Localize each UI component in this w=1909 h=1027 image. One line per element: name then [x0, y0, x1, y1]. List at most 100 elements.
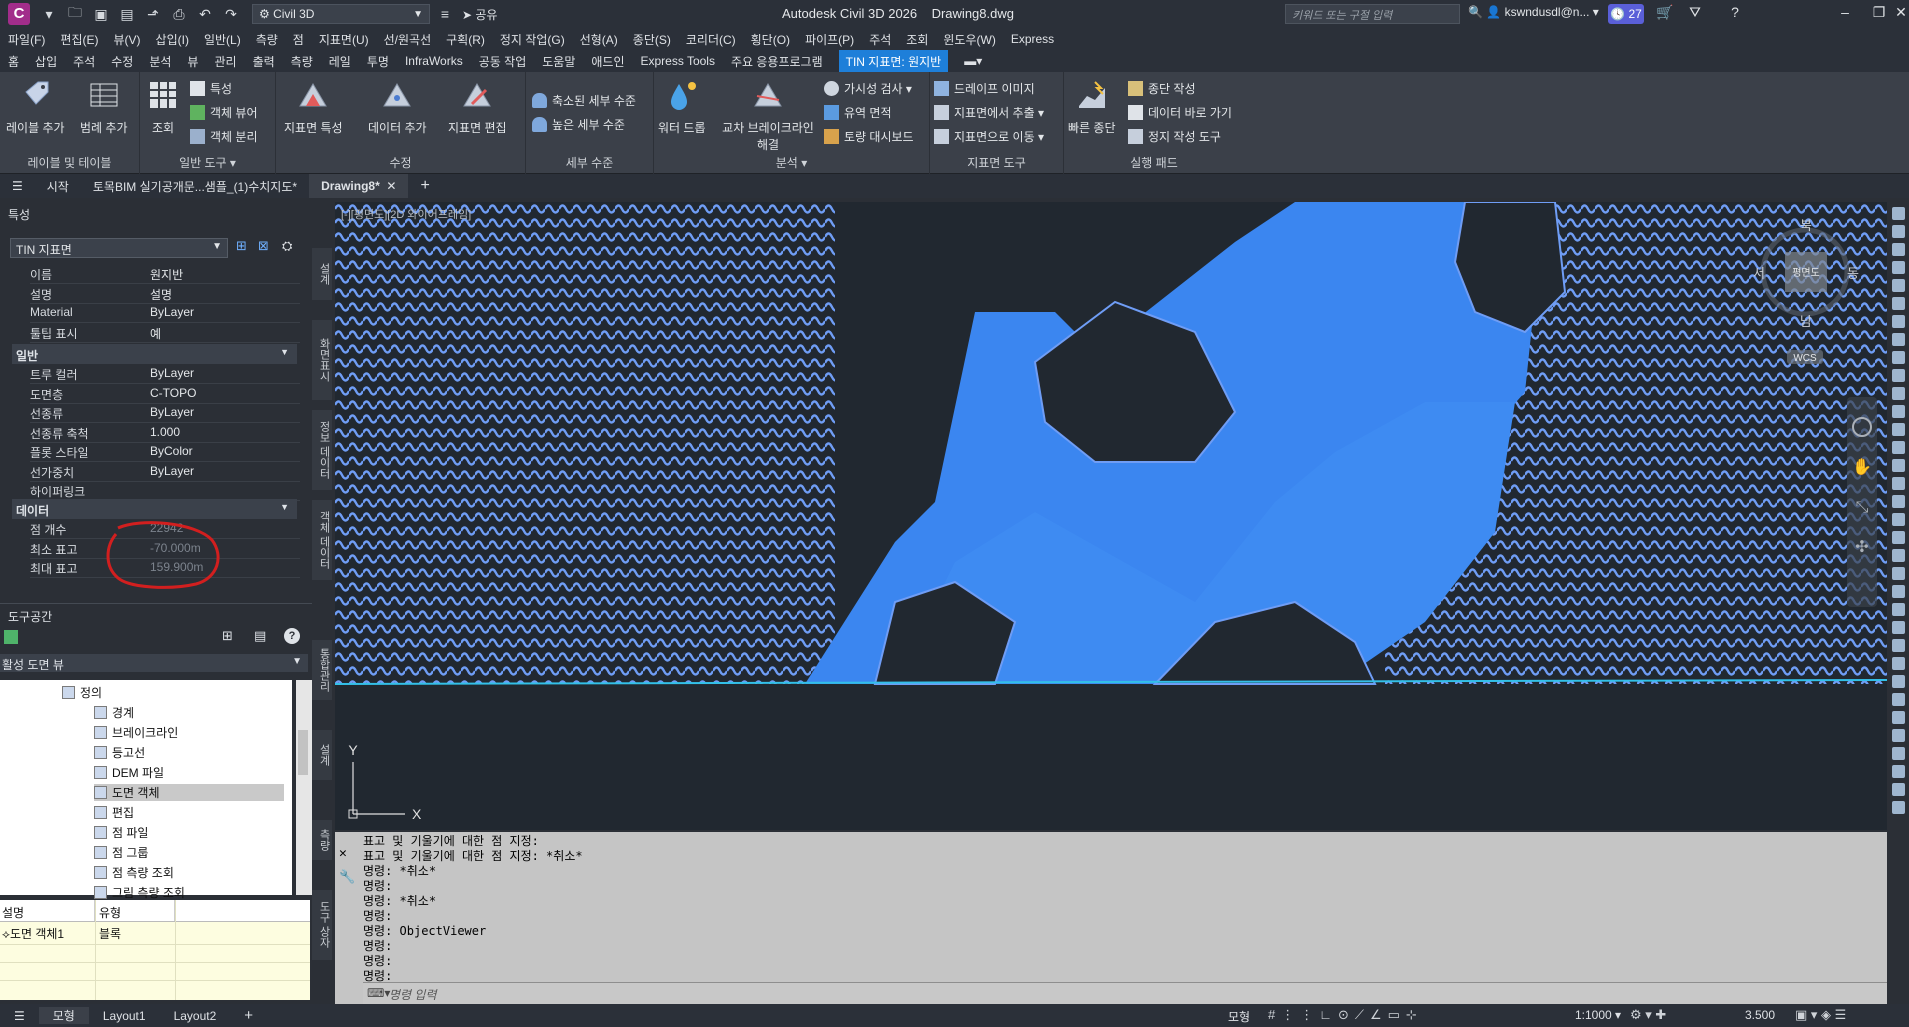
- side-tab-object-data[interactable]: 객체 데이터: [312, 500, 332, 580]
- ribbon-tab[interactable]: InfraWorks: [405, 54, 463, 68]
- drafting-toggles[interactable]: #⋮⋮∟⊙⟋∠▭⊹: [1268, 1007, 1423, 1023]
- general-tools-title[interactable]: 일반 도구 ▾: [140, 154, 275, 171]
- toolbar-tool-icon[interactable]: [1892, 297, 1905, 310]
- list-item[interactable]: ⟡도면 객체1 블록: [0, 924, 310, 942]
- side-tab-prospector[interactable]: 통합관리: [312, 640, 332, 700]
- ribbon-tab[interactable]: 홈: [8, 53, 19, 70]
- drape-image-button[interactable]: 드레이프 이미지: [934, 80, 1035, 97]
- toolbar-tool-icon[interactable]: [1892, 747, 1905, 760]
- notifications-badge[interactable]: 🕓 27: [1608, 4, 1644, 24]
- viewcube-west[interactable]: 서: [1753, 266, 1765, 281]
- toolbar-tool-icon[interactable]: [1892, 405, 1905, 418]
- object-viewer-button[interactable]: 객체 뷰어: [190, 104, 258, 121]
- property-row[interactable]: 선가중치 ByLayer: [30, 464, 300, 482]
- ribbon-tab[interactable]: 레일: [329, 53, 351, 70]
- tree-item[interactable]: 등고선: [94, 744, 145, 761]
- extract-from-surface-button[interactable]: 지표면에서 추출 ▾: [934, 104, 1044, 121]
- menu-item[interactable]: 종단(S): [633, 31, 671, 48]
- grading-tools-button[interactable]: 정지 작성 도구: [1128, 128, 1221, 145]
- add-legend-button[interactable]: 범례 추가: [80, 78, 128, 136]
- property-row[interactable]: 선종류 ByLayer: [30, 405, 300, 423]
- side-tab-display[interactable]: 화면표시: [312, 320, 332, 400]
- resolve-breaklines-button[interactable]: 교차 브레이크라인 해결: [716, 78, 820, 153]
- search-input[interactable]: 키워드 또는 구절 입력: [1285, 4, 1460, 24]
- orbit-icon[interactable]: ✣: [1855, 539, 1868, 556]
- toolbar-tool-icon[interactable]: [1892, 261, 1905, 274]
- menu-item[interactable]: 코리더(C): [686, 31, 736, 48]
- property-row[interactable]: 플롯 스타일 ByColor: [30, 444, 300, 462]
- toolbar-tool-icon[interactable]: [1892, 477, 1905, 490]
- toolbar-tool-icon[interactable]: [1892, 423, 1905, 436]
- cart-icon[interactable]: 🛒: [1650, 4, 1680, 24]
- help-icon[interactable]: ?: [1720, 4, 1750, 24]
- object-type-select[interactable]: TIN 지표면 ▼: [10, 238, 228, 258]
- toolbar-tool-icon[interactable]: [1892, 315, 1905, 328]
- toolbar-tool-icon[interactable]: [1892, 279, 1905, 292]
- tree-item[interactable]: 편집: [94, 804, 134, 821]
- toolspace-layout-icon[interactable]: ▤: [254, 628, 266, 644]
- toolbar-tool-icon[interactable]: [1892, 711, 1905, 724]
- menu-item[interactable]: 점: [293, 31, 304, 48]
- menu-item[interactable]: 횡단(O): [751, 31, 790, 48]
- quick-select-icon[interactable]: ⛭: [282, 238, 292, 254]
- edit-surface-button[interactable]: 지표면 편집: [448, 78, 507, 136]
- customize-qat-icon[interactable]: ≡: [434, 3, 456, 25]
- pan-icon[interactable]: ✋: [1852, 457, 1872, 476]
- ribbon-tab[interactable]: 분석: [149, 53, 171, 70]
- layout-menu-icon[interactable]: ☰: [0, 1009, 39, 1023]
- toolbar-tool-icon[interactable]: [1892, 351, 1905, 364]
- property-row[interactable]: 툴팁 표시 예: [30, 325, 300, 343]
- surface-properties-button[interactable]: 지표면 특성: [284, 78, 343, 136]
- property-row[interactable]: 선종류 축척 1.000: [30, 425, 300, 443]
- menu-item[interactable]: 파이프(P): [805, 31, 854, 48]
- side-tab-info[interactable]: 정보 데이터: [312, 410, 332, 490]
- toolbar-tool-icon[interactable]: [1892, 459, 1905, 472]
- tree-item[interactable]: 정의: [62, 684, 102, 701]
- menu-item[interactable]: 측량: [256, 31, 278, 48]
- reduced-detail-button[interactable]: 축소된 세부 수준: [532, 92, 636, 109]
- tab-layout1[interactable]: Layout1: [89, 1009, 160, 1023]
- toolbar-tool-icon[interactable]: [1892, 531, 1905, 544]
- toolbar-tool-icon[interactable]: [1892, 567, 1905, 580]
- ribbon-tab[interactable]: 측량: [291, 53, 313, 70]
- ribbon-tab[interactable]: 뷰: [187, 53, 198, 70]
- tree-item[interactable]: 브레이크라인: [94, 724, 178, 741]
- toolbar-tool-icon[interactable]: [1892, 495, 1905, 508]
- new-tab-button[interactable]: +: [408, 174, 441, 198]
- menu-item[interactable]: 선/원곡선: [384, 31, 432, 48]
- toolbar-tool-icon[interactable]: [1892, 621, 1905, 634]
- tree-item[interactable]: 점 파일: [94, 824, 148, 841]
- menu-item[interactable]: 주석: [869, 31, 891, 48]
- toolbar-tool-icon[interactable]: [1892, 441, 1905, 454]
- command-input[interactable]: ⌨▾ 명령 입력: [363, 982, 1887, 1004]
- toolbar-tool-icon[interactable]: [1892, 801, 1905, 814]
- annotation-value[interactable]: 3.500: [1745, 1008, 1775, 1022]
- water-drop-button[interactable]: 워터 드롭: [658, 78, 706, 136]
- menu-item[interactable]: 삽입(I): [156, 31, 189, 48]
- property-row[interactable]: 트루 컬러 ByLayer: [30, 366, 300, 384]
- toolbar-tool-icon[interactable]: [1892, 675, 1905, 688]
- menu-item[interactable]: 편집(E): [60, 31, 98, 48]
- toolbar-tool-icon[interactable]: [1892, 783, 1905, 796]
- a360-icon[interactable]: ⛛: [1680, 4, 1710, 24]
- ribbon-tab[interactable]: 애드인: [591, 53, 624, 70]
- toolbar-tool-icon[interactable]: [1892, 333, 1905, 346]
- high-detail-button[interactable]: 높은 세부 수준: [532, 116, 625, 133]
- zoom-icon[interactable]: ⤡: [1856, 499, 1869, 516]
- tree-scrollbar[interactable]: [296, 680, 312, 895]
- catchment-button[interactable]: 유역 면적: [824, 104, 892, 121]
- viewcube-north[interactable]: 북: [1800, 218, 1812, 233]
- tab-layout2[interactable]: Layout2: [160, 1009, 231, 1023]
- toolspace-view-select[interactable]: 활성 도면 뷰 ▼: [0, 654, 308, 672]
- help-icon[interactable]: ?: [284, 628, 300, 644]
- tree-item[interactable]: 점 측량 조회: [94, 864, 174, 881]
- property-row[interactable]: 도면층 C-TOPO: [30, 386, 300, 404]
- tree-scroll-thumb[interactable]: [298, 730, 308, 775]
- toolbar-tool-icon[interactable]: [1892, 585, 1905, 598]
- tree-item[interactable]: 점 그룹: [94, 844, 148, 861]
- side-tab-survey[interactable]: 측량: [312, 820, 332, 860]
- tree-item[interactable]: 도면 객체: [94, 784, 284, 801]
- open-web-icon[interactable]: ⬏: [142, 3, 164, 25]
- ribbon-tab[interactable]: TIN 지표면: 원지반: [838, 49, 949, 73]
- ribbon-tab[interactable]: 삽입: [35, 53, 57, 70]
